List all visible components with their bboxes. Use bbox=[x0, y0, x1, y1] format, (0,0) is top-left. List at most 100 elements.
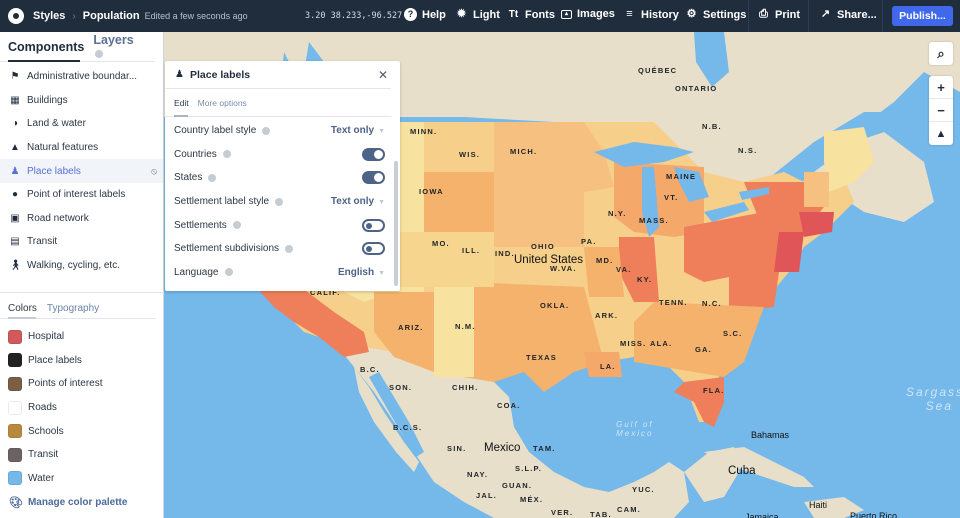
component-transit[interactable]: ▤ Transit bbox=[0, 230, 163, 254]
countries-toggle[interactable] bbox=[362, 147, 385, 161]
tab-more-options[interactable]: More options bbox=[198, 98, 247, 108]
info-icon[interactable] bbox=[285, 244, 294, 253]
option-label: Settlement subdivisions bbox=[174, 243, 280, 255]
component-land-water[interactable]: ◑ Land & water bbox=[0, 112, 163, 136]
compass-button[interactable]: ▲ bbox=[929, 122, 953, 145]
active-tab-indicator bbox=[174, 115, 188, 117]
map-label-region: FLA. bbox=[703, 386, 725, 395]
manage-color-palette-link[interactable]: 🎨︎ Manage color palette bbox=[0, 492, 164, 512]
map-label-region: NAY. bbox=[467, 470, 489, 479]
settlement-label-style-select[interactable]: Text only ▼ bbox=[331, 196, 385, 207]
map-search-control: ⌕ bbox=[929, 42, 953, 65]
map-label-country: United States bbox=[514, 254, 584, 266]
color-swatch[interactable] bbox=[8, 424, 22, 439]
walking-icon: 🚶︎ bbox=[9, 260, 22, 272]
tab-typography[interactable]: Typography bbox=[47, 303, 99, 314]
info-icon[interactable] bbox=[275, 197, 284, 206]
tab-layers-label: Layers bbox=[93, 32, 134, 47]
publish-button[interactable]: Publish... bbox=[892, 6, 953, 26]
language-select[interactable]: English ▼ bbox=[338, 267, 385, 278]
help-button[interactable]: ? Help bbox=[404, 8, 446, 21]
option-label: Settlements bbox=[174, 219, 227, 231]
info-icon[interactable] bbox=[222, 150, 231, 159]
color-swatch[interactable] bbox=[8, 353, 22, 368]
map-label-region: N.B. bbox=[702, 122, 722, 131]
map-label-region: N.Y. bbox=[608, 209, 627, 218]
map-label-region: IOWA bbox=[419, 187, 444, 196]
print-button[interactable]: ⎙ Print bbox=[757, 8, 800, 21]
option-label: Country label style bbox=[174, 125, 257, 137]
settlements-toggle[interactable] bbox=[362, 218, 385, 232]
print-label: Print bbox=[775, 8, 801, 21]
close-icon[interactable]: ✕ bbox=[378, 68, 388, 82]
color-swatch[interactable] bbox=[8, 400, 22, 415]
info-icon[interactable] bbox=[262, 126, 271, 135]
color-place-labels[interactable]: Place labels bbox=[0, 349, 164, 373]
component-road-network[interactable]: ▣ Road network bbox=[0, 207, 163, 231]
color-label: Transit bbox=[28, 449, 59, 461]
light-button[interactable]: ✹ Light bbox=[455, 8, 500, 21]
country-label-style-select[interactable]: Text only ▼ bbox=[331, 125, 385, 136]
option-settlement-subdivisions: Settlement subdivisions bbox=[165, 237, 400, 261]
color-swatch[interactable] bbox=[8, 329, 22, 344]
zoom-level: 3.20 bbox=[305, 11, 326, 21]
states-toggle[interactable] bbox=[362, 171, 385, 185]
color-list: Hospital Place labels Points of interest… bbox=[0, 325, 164, 490]
component-label: Administrative boundar... bbox=[27, 71, 138, 83]
map-label-region: N.C. bbox=[702, 299, 722, 308]
tab-layers[interactable]: Layers bbox=[93, 33, 146, 61]
color-hospital[interactable]: Hospital bbox=[0, 325, 164, 349]
help-icon: ? bbox=[404, 8, 417, 21]
color-roads[interactable]: Roads bbox=[0, 396, 164, 420]
info-icon[interactable] bbox=[232, 221, 241, 230]
zoom-in-button[interactable]: + bbox=[929, 76, 953, 99]
breadcrumb-style-name[interactable]: Population bbox=[83, 10, 140, 22]
sun-icon: ✹ bbox=[456, 8, 467, 20]
option-settlements: Settlements bbox=[165, 213, 400, 237]
color-points-of-interest[interactable]: Points of interest bbox=[0, 372, 164, 396]
map-search-button[interactable]: ⌕ bbox=[929, 42, 953, 65]
fonts-button[interactable]: Tt Fonts bbox=[507, 8, 555, 21]
settings-button[interactable]: ⚙ Settings bbox=[685, 8, 747, 21]
component-walking-cycling[interactable]: 🚶︎ Walking, cycling, etc. bbox=[0, 254, 163, 278]
color-swatch[interactable] bbox=[8, 376, 22, 391]
images-button[interactable]: ▴ Images bbox=[561, 8, 615, 20]
app-logo-icon[interactable] bbox=[8, 8, 24, 24]
info-icon[interactable] bbox=[208, 173, 217, 182]
settlement-subdivisions-toggle[interactable] bbox=[362, 242, 385, 256]
map-label-region: MD. bbox=[596, 256, 614, 265]
compass-icon: ▲ bbox=[935, 127, 947, 140]
flag-icon: ⚑ bbox=[10, 71, 20, 83]
tab-components[interactable]: Components bbox=[8, 40, 84, 54]
map-label-region: CAM. bbox=[617, 505, 641, 514]
map-label-region: OHIO bbox=[531, 242, 555, 251]
color-water[interactable]: Water bbox=[0, 467, 164, 491]
component-natural-features[interactable]: ▲ Natural features bbox=[0, 136, 163, 160]
map-label-country: Mexico bbox=[484, 442, 521, 454]
color-schools[interactable]: Schools bbox=[0, 419, 164, 443]
map-label-water: Gulf of Mexico bbox=[616, 420, 654, 438]
component-poi-labels[interactable]: ● Point of interest labels bbox=[0, 183, 163, 207]
color-transit[interactable]: Transit bbox=[0, 443, 164, 467]
color-swatch[interactable] bbox=[8, 447, 22, 462]
map-label-region: TENN. bbox=[659, 298, 688, 307]
component-admin-boundaries[interactable]: ⚑ Administrative boundar... bbox=[0, 65, 163, 89]
component-label: Land & water bbox=[27, 118, 86, 130]
history-button[interactable]: ≡ History bbox=[623, 8, 679, 21]
color-swatch[interactable] bbox=[8, 471, 22, 486]
visibility-hidden-icon[interactable]: ⦸ bbox=[151, 166, 157, 177]
panel-scrollbar[interactable] bbox=[394, 161, 398, 286]
info-icon[interactable] bbox=[224, 268, 233, 277]
tab-colors[interactable]: Colors bbox=[8, 303, 37, 314]
map-label-region: MASS. bbox=[639, 216, 669, 225]
breadcrumb-styles[interactable]: Styles bbox=[33, 10, 65, 22]
component-place-labels[interactable]: ♟ Place labels ⦸ bbox=[0, 159, 163, 183]
tab-edit[interactable]: Edit bbox=[174, 98, 189, 108]
share-button[interactable]: ↗ Share... bbox=[819, 8, 877, 21]
zoom-out-button[interactable]: − bbox=[929, 99, 953, 122]
fonts-icon: Tt bbox=[508, 9, 519, 20]
region-nm bbox=[434, 287, 474, 377]
map-label-region: S.C. bbox=[723, 329, 743, 338]
component-buildings[interactable]: ▦ Buildings bbox=[0, 89, 163, 113]
map-label-region: TAM. bbox=[533, 444, 556, 453]
